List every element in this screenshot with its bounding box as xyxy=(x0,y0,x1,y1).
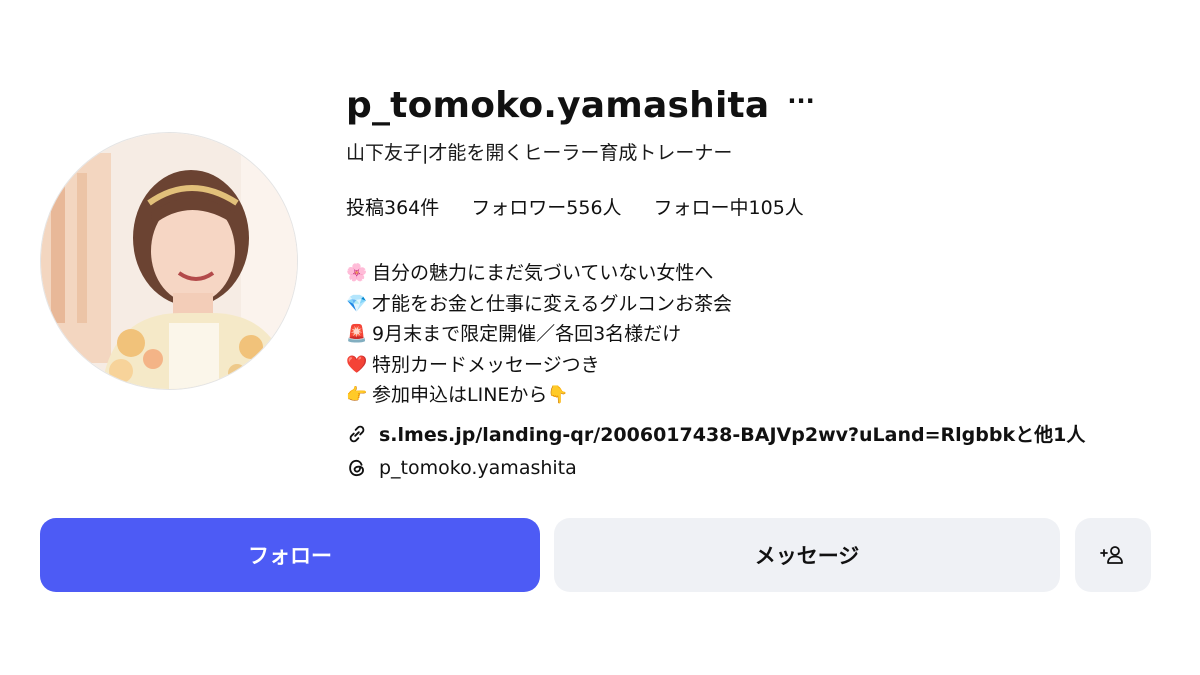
bio: 🌸 自分の魅力にまだ気づいていない女性へ 💎 才能をお金と仕事に変えるグルコンお… xyxy=(346,258,1166,411)
link-icon xyxy=(349,425,365,442)
username-row: p_tomoko.yamashita ··· xyxy=(346,80,1166,130)
bio-line: 🌸 自分の魅力にまだ気づいていない女性へ xyxy=(346,258,1166,289)
threads-link[interactable]: p_tomoko.yamashita xyxy=(346,453,1166,483)
bio-text: 参加申込はLINEから xyxy=(372,384,548,406)
bio-text: 9月末まで限定開催／各回3名様だけ xyxy=(372,323,682,345)
bio-text: 特別カードメッセージつき xyxy=(372,353,600,376)
threads-icon xyxy=(349,459,364,476)
bio-line: 💎 才能をお金と仕事に変えるグルコンお茶会 xyxy=(346,289,1166,320)
more-icon[interactable]: ··· xyxy=(787,89,814,113)
bio-line: 🚨 9月末まで限定開催／各回3名様だけ xyxy=(346,319,1166,350)
follow-button[interactable]: フォロー xyxy=(40,518,540,592)
profile-info: p_tomoko.yamashita ··· 山下友子|才能を開くヒーラー育成ト… xyxy=(346,80,1166,483)
full-name: 山下友子|才能を開くヒーラー育成トレーナー xyxy=(346,142,733,164)
siren-icon: 🚨 xyxy=(346,324,368,344)
message-button[interactable]: メッセージ xyxy=(554,518,1060,592)
external-link[interactable]: s.lmes.jp/landing-qr/2006017438-BAJVp2wv… xyxy=(346,419,1166,449)
avatar-photo xyxy=(41,133,297,389)
posts-count: 投稿364件 xyxy=(346,197,440,219)
following-count[interactable]: フォロー中105人 xyxy=(654,193,804,220)
bio-line: ❤️ 特別カードメッセージつき xyxy=(346,350,1166,381)
message-button-label: メッセージ xyxy=(754,544,860,568)
heart-icon: ❤️ xyxy=(346,354,368,375)
link-text[interactable]: s.lmes.jp/landing-qr/2006017438-BAJVp2wv… xyxy=(379,420,1085,447)
pointing-right-icon: 👉 xyxy=(346,385,368,405)
bio-text: 自分の魅力にまだ気づいていない女性へ xyxy=(372,262,714,284)
followers-count[interactable]: フォロワー556人 xyxy=(471,193,621,220)
pointing-down-icon: 👇 xyxy=(547,385,569,405)
username: p_tomoko.yamashita xyxy=(346,84,770,126)
threads-handle[interactable]: p_tomoko.yamashita xyxy=(379,457,577,479)
profile-stats: 投稿364件 フォロワー556人 フォロー中105人 xyxy=(346,193,1166,220)
suggest-people-button[interactable] xyxy=(1075,518,1151,592)
bio-text: 才能をお金と仕事に変えるグルコンお茶会 xyxy=(372,292,733,315)
gem-icon: 💎 xyxy=(346,293,368,314)
bio-line: 👉 参加申込はLINEから 👇 xyxy=(346,380,1166,411)
add-person-icon xyxy=(1100,546,1123,564)
flower-icon: 🌸 xyxy=(346,263,368,283)
profile-avatar[interactable] xyxy=(40,132,298,390)
follow-button-label: フォロー xyxy=(248,544,332,568)
